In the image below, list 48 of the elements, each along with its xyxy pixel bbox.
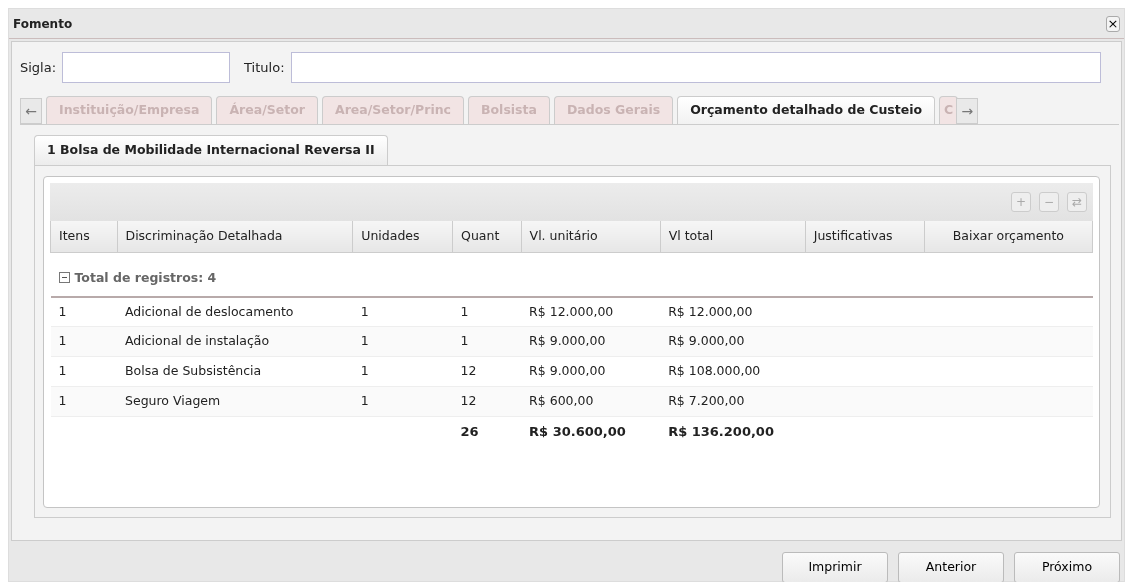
subtab[interactable]: 1 Bolsa de Mobilidade Internacional Reversa II [34,135,388,165]
table-cell: Seguro Viagem [117,386,353,417]
table-cell: R$ 7.200,00 [660,386,806,417]
table-cell: 1 [352,356,453,387]
table-cell: R$ 9.000,00 [521,356,661,387]
table-cell: 1 [352,386,453,417]
group-label: Total de registros: 4 [74,270,217,286]
total-cell: 26 [452,416,522,447]
table-cell: 1 [50,386,117,417]
column-header[interactable]: Itens [50,220,117,253]
text-field[interactable] [290,52,1101,83]
window-title: Fomento [13,15,73,33]
table-cell: R$ 12.000,00 [521,296,661,327]
table-cell: R$ 600,00 [521,386,661,417]
tab[interactable]: Orçamento detalhado de Custeio [677,96,936,124]
column-header[interactable]: Justificativas [805,220,925,253]
table-cell: 12 [452,356,522,387]
previous-button[interactable]: Anterior [898,552,1004,582]
table-cell: 1 [50,326,117,357]
table-cell: 12 [452,386,522,417]
field-label: Titulo: [244,58,285,77]
table-cell: 1 [50,296,117,327]
table-cell: R$ 9.000,00 [521,326,661,357]
table-cell: 1 [50,356,117,387]
table-cell: R$ 9.000,00 [660,326,806,357]
table-cell: Bolsa de Subsistência [117,356,353,387]
column-header[interactable]: Quant [452,220,522,253]
table-cell: R$ 12.000,00 [660,296,806,327]
table-cell: Adicional de deslocamento [117,296,353,327]
table-cell: R$ 108.000,00 [660,356,806,387]
text-field[interactable] [62,52,231,83]
next-button[interactable]: Próximo [1014,552,1120,582]
field-label: Sigla: [20,58,57,77]
table-cell: 1 [352,296,453,327]
table-cell: 1 [452,326,522,357]
total-cell: R$ 30.600,00 [521,416,661,447]
total-cell: R$ 136.200,00 [660,416,806,447]
column-header[interactable]: Baixar orçamento [924,220,1093,253]
column-header[interactable]: Vl total [660,220,806,253]
column-header[interactable]: Unidades [352,220,453,253]
column-header[interactable]: Vl. unitário [521,220,661,253]
table-cell: 1 [352,326,453,357]
close-button[interactable]: × [1106,15,1120,32]
column-header[interactable]: Discriminação Detalhada [117,220,353,253]
table-cell: Adicional de instalação [117,326,353,357]
table-cell: 1 [452,296,522,327]
print-button[interactable]: Imprimir [782,552,888,582]
collapse-icon[interactable] [58,272,70,284]
